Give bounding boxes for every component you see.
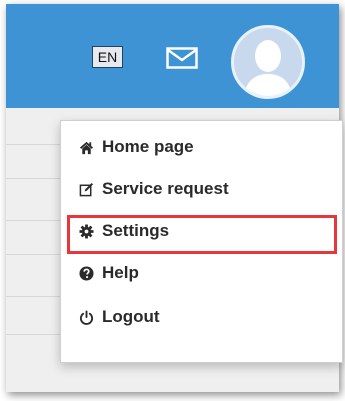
power-icon (79, 309, 94, 325)
menu-item-label: Logout (102, 307, 160, 326)
top-header: EN (6, 4, 339, 108)
gear-icon (79, 223, 94, 239)
menu-item-label: Service request (102, 179, 229, 198)
menu-item-home-page[interactable]: Home page (61, 129, 342, 165)
help-icon (79, 265, 94, 281)
language-selector[interactable]: EN (92, 46, 123, 68)
menu-item-settings[interactable]: Settings (61, 213, 342, 249)
edit-icon (79, 182, 94, 196)
menu-item-service-request[interactable]: Service request (61, 171, 342, 207)
user-avatar[interactable] (231, 25, 305, 99)
user-icon (244, 40, 292, 96)
mail-icon[interactable] (166, 47, 198, 69)
user-menu-dropdown: Home page Service request Settings Help … (60, 120, 343, 363)
menu-item-label: Help (102, 263, 139, 282)
home-icon (79, 141, 94, 154)
menu-item-label: Home page (102, 137, 194, 156)
menu-item-help[interactable]: Help (61, 255, 342, 291)
menu-item-logout[interactable]: Logout (61, 299, 342, 335)
menu-item-label: Settings (102, 221, 170, 240)
